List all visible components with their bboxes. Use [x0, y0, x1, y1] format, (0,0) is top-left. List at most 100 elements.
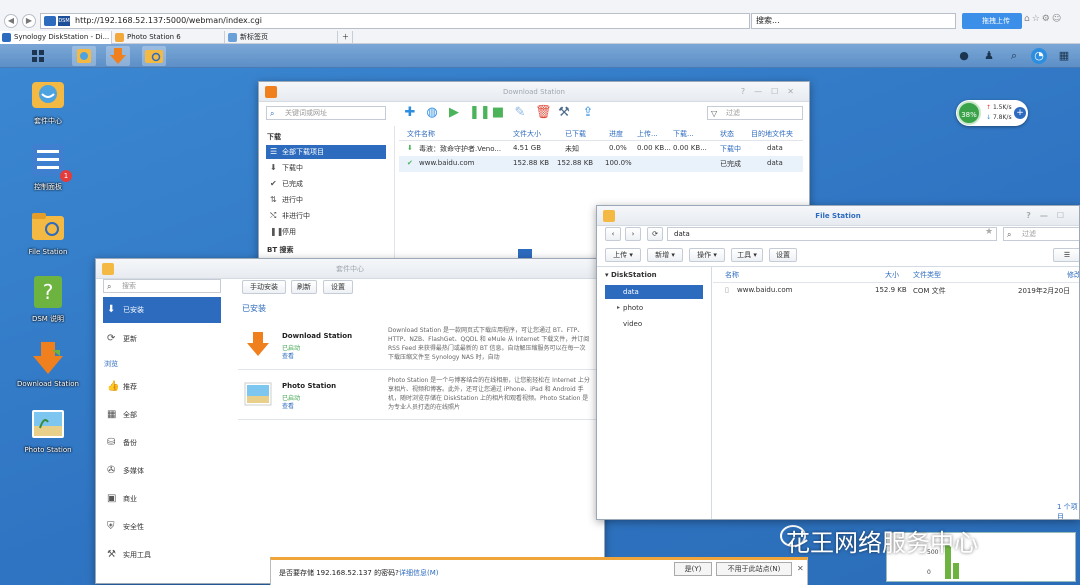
- search-icon[interactable]: ⌕: [1006, 48, 1022, 64]
- desktop-icon-control-panel[interactable]: 1 控制面板: [8, 142, 88, 192]
- nav-installed[interactable]: ⬇ 已安装: [103, 297, 221, 323]
- download-station-title-bar[interactable]: Download Station ?—☐✕: [259, 82, 809, 102]
- col-download-speed[interactable]: 下载...: [673, 129, 694, 139]
- nav-utilities[interactable]: ⚒ 实用工具: [103, 547, 221, 563]
- package-center-title-bar[interactable]: 套件中心: [96, 259, 604, 279]
- close-icon[interactable]: ✕: [797, 564, 804, 573]
- settings-button[interactable]: 设置: [323, 280, 353, 294]
- cloud-upload-button[interactable]: 拖拽上传: [962, 13, 1022, 29]
- add-icon[interactable]: ✚: [403, 106, 417, 120]
- share-icon[interactable]: ⇪: [581, 106, 595, 120]
- refresh-button[interactable]: 刷新: [291, 280, 317, 294]
- col-progress[interactable]: 进度: [609, 129, 623, 139]
- nav-recommended[interactable]: 👍 推荐: [103, 379, 221, 395]
- back-button[interactable]: ◀: [4, 14, 18, 28]
- package-card-download-station[interactable]: Download Station 已启动 查看 Download Station…: [238, 322, 596, 370]
- download-url-input[interactable]: ⌕ 关键词或网址: [266, 106, 386, 120]
- col-size[interactable]: 文件大小: [513, 129, 541, 139]
- open-link[interactable]: 查看: [282, 401, 294, 410]
- sidebar-item-stopped[interactable]: ❚❚ 停用: [266, 225, 386, 239]
- nav-security[interactable]: ⛨ 安全性: [103, 519, 221, 535]
- refresh-button[interactable]: ⟳: [647, 227, 663, 241]
- add-tab-button[interactable]: ＋: [339, 31, 353, 44]
- table-row[interactable]: ✔ www.baidu.com 152.88 KB 152.88 KB 100.…: [399, 156, 803, 172]
- desktop-icon-photo-station[interactable]: Photo Station: [8, 406, 88, 454]
- new-button[interactable]: 新增 ▾: [647, 248, 683, 262]
- path-field[interactable]: data: [667, 227, 997, 241]
- clear-icon[interactable]: ⚒: [557, 106, 571, 120]
- never-for-site-button[interactable]: 不用于此站点(N): [716, 562, 792, 576]
- open-link[interactable]: 查看: [282, 351, 294, 360]
- sidebar-item-downloading[interactable]: ⬇ 下载中: [266, 161, 386, 175]
- file-station-title-bar[interactable]: File Station ?—☐: [597, 206, 1079, 226]
- nav-update[interactable]: ⟳ 更新: [103, 331, 221, 347]
- edit-icon[interactable]: ✎: [513, 106, 527, 120]
- favorite-star-icon[interactable]: ★: [985, 227, 993, 237]
- desktop-icon-dsm-help[interactable]: ? DSM 说明: [8, 274, 88, 324]
- address-field[interactable]: http://192.168.52.137:5000/webman/index.…: [40, 13, 750, 29]
- nav-business[interactable]: ▣ 商业: [103, 491, 221, 507]
- resource-monitor-widget[interactable]: 38% ↑ 1.5K/s ↓ 7.8K/s +: [956, 100, 1028, 126]
- file-station-window[interactable]: File Station ?—☐ ‹ › ⟳ data ★ ⌕ 过滤 上传 ▾ …: [596, 205, 1080, 520]
- upload-button[interactable]: 上传 ▾: [605, 248, 641, 262]
- tree-folder-data[interactable]: data: [605, 285, 703, 299]
- pause-icon[interactable]: ❚❚: [469, 106, 491, 120]
- user-icon[interactable]: ♟: [981, 48, 997, 64]
- file-filter-input[interactable]: ⌕ 过滤: [1003, 227, 1079, 241]
- tree-folder-video[interactable]: video: [605, 317, 703, 331]
- col-filename[interactable]: 文件名称: [407, 129, 435, 139]
- tab-photo-station[interactable]: Photo Station 6: [113, 31, 225, 44]
- col-destination[interactable]: 目的地文件夹: [751, 129, 793, 139]
- desktop-icon-download-station[interactable]: Download Station: [8, 340, 88, 388]
- sidebar-item-inactive[interactable]: ⤭ 非进行中: [266, 209, 386, 223]
- package-center-window[interactable]: 套件中心 ⌕ 搜索 ⬇ 已安装 ⟳ 更新 浏览 👍 推荐 ▦ 全部 ⛁ 备份 ✇ 多媒体 ▣…: [95, 258, 605, 584]
- tab-diskstation[interactable]: Synology DiskStation - Di...: [0, 31, 112, 44]
- view-menu-button[interactable]: ☰: [1053, 248, 1079, 262]
- tab-new[interactable]: 新标签页: [226, 31, 338, 44]
- stop-icon[interactable]: ■: [491, 106, 505, 120]
- back-button[interactable]: ‹: [605, 227, 621, 241]
- col-modified[interactable]: 修改: [1067, 270, 1079, 280]
- taskbar-file-station-icon[interactable]: [142, 46, 166, 66]
- col-status[interactable]: 状态: [720, 129, 734, 139]
- browser-search-field[interactable]: 搜索...: [751, 13, 956, 29]
- package-card-photo-station[interactable]: Photo Station 已启动 查看 Photo Station 是一个与博…: [238, 372, 596, 420]
- package-search-input[interactable]: ⌕ 搜索: [103, 279, 221, 293]
- manual-install-button[interactable]: 手动安装: [242, 280, 286, 294]
- forward-button[interactable]: ▶: [22, 14, 36, 28]
- col-upload-speed[interactable]: 上传...: [637, 129, 658, 139]
- col-name[interactable]: 名称: [725, 270, 739, 280]
- download-filter-input[interactable]: ▽ 过滤: [707, 106, 803, 120]
- notifications-icon[interactable]: ●: [956, 48, 972, 64]
- window-buttons[interactable]: ?—☐: [1026, 206, 1073, 226]
- nav-all[interactable]: ▦ 全部: [103, 407, 221, 423]
- sidebar-item-active[interactable]: ⇅ 进行中: [266, 193, 386, 207]
- col-size[interactable]: 大小: [885, 270, 899, 280]
- nav-backup[interactable]: ⛁ 备份: [103, 435, 221, 451]
- forward-button[interactable]: ›: [625, 227, 641, 241]
- resume-icon[interactable]: ▶: [447, 106, 461, 120]
- settings-button[interactable]: 设置: [769, 248, 797, 262]
- taskbar-download-station-icon[interactable]: [106, 46, 130, 66]
- browser-toolbar-icons[interactable]: ⌂☆⚙☺: [1024, 14, 1063, 24]
- details-link[interactable]: 详细信息(M): [399, 568, 439, 578]
- col-downloaded[interactable]: 已下载: [565, 129, 586, 139]
- action-button[interactable]: 操作 ▾: [689, 248, 725, 262]
- main-menu-icon[interactable]: [26, 46, 50, 66]
- show-desktop-icon[interactable]: ▦: [1056, 48, 1072, 64]
- desktop-icon-package-center[interactable]: 套件中心: [8, 76, 88, 126]
- tools-button[interactable]: 工具 ▾: [731, 248, 763, 262]
- tree-folder-photo[interactable]: ▸ photo: [605, 301, 703, 315]
- sidebar-item-completed[interactable]: ✔ 已完成: [266, 177, 386, 191]
- add-widget-icon[interactable]: +: [1014, 107, 1026, 119]
- window-buttons[interactable]: ?—☐✕: [741, 82, 803, 102]
- sidebar-item-all-downloads[interactable]: ☰ 全部下载项目: [266, 145, 386, 159]
- globe-icon[interactable]: ◍: [425, 106, 439, 120]
- delete-icon[interactable]: 🗑: [535, 106, 552, 120]
- save-password-yes-button[interactable]: 是(Y): [674, 562, 712, 576]
- desktop-icon-file-station[interactable]: File Station: [8, 208, 88, 256]
- nav-multimedia[interactable]: ✇ 多媒体: [103, 463, 221, 479]
- tree-root[interactable]: ▾ DiskStation: [605, 271, 657, 279]
- taskbar-package-center-icon[interactable]: [72, 46, 96, 66]
- widget-toggle-icon[interactable]: ◔: [1031, 48, 1047, 64]
